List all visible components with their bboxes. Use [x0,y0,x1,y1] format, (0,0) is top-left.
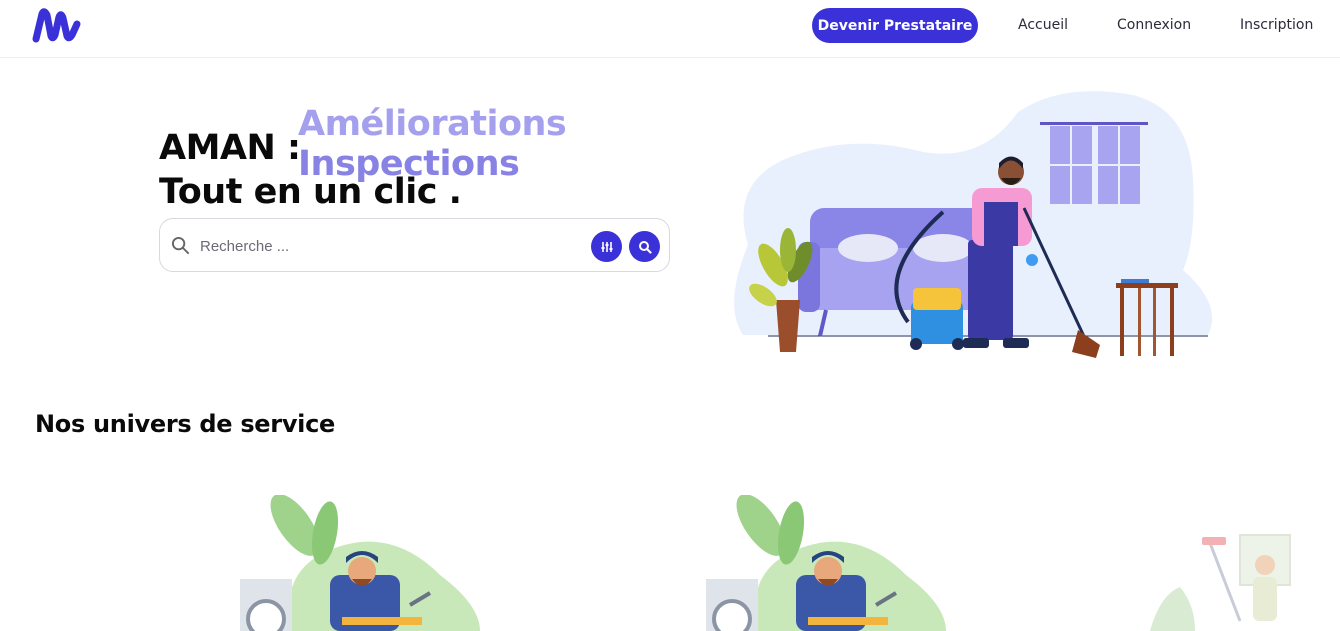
search-input[interactable] [200,233,580,259]
nav-link-login[interactable]: Connexion [1117,17,1191,33]
search-icon [638,240,652,254]
services-section-title: Nos univers de service [35,410,335,438]
filter-button[interactable] [591,231,622,262]
search-submit-button[interactable] [629,231,660,262]
service-card-illustration[interactable] [696,495,956,631]
filter-icon [601,241,612,252]
service-card-illustration[interactable] [230,495,490,631]
nav-link-register[interactable]: Inscription [1240,17,1313,33]
hero-title-prefix: AMAN : [159,128,301,168]
hero-title-suffix: Tout en un clic . [159,172,462,212]
logo[interactable] [30,6,82,46]
hero-cleaning-illustration [734,91,1213,358]
service-card-illustration[interactable] [1140,495,1340,631]
navbar: Devenir Prestataire Accueil Connexion In… [0,0,1340,58]
nav-link-home[interactable]: Accueil [1018,17,1068,33]
hero-rotating-word: Améliorations [298,104,567,144]
search-icon [171,236,190,255]
become-provider-button[interactable]: Devenir Prestataire [812,8,978,43]
search-bar [159,218,670,272]
